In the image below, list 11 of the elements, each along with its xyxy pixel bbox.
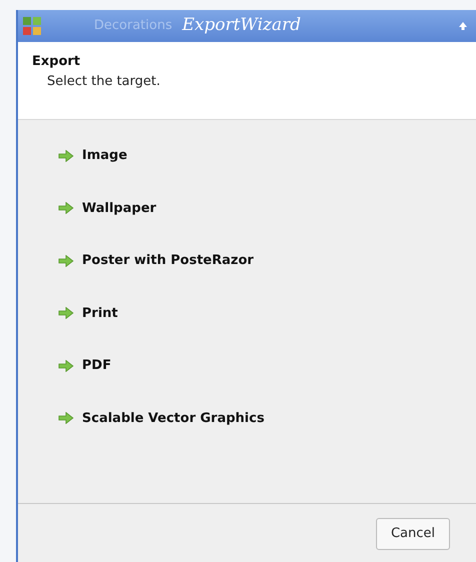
header-subtitle: Select the target. — [46, 72, 162, 90]
background-window-title: Decorations — [94, 17, 172, 36]
export-option[interactable]: Image — [58, 146, 128, 166]
export-option[interactable]: PDF — [58, 356, 112, 376]
export-option[interactable]: Print — [58, 304, 118, 323]
cancel-button[interactable]: Cancel — [376, 518, 450, 550]
header-title: Export — [32, 53, 82, 71]
export-option[interactable]: Scalable Vector Graphics — [58, 408, 264, 428]
export-option[interactable]: Wallpaper — [58, 198, 156, 218]
export-option[interactable]: Poster with PosteRazor — [58, 251, 254, 270]
window-title: ExportWizard — [182, 14, 301, 38]
